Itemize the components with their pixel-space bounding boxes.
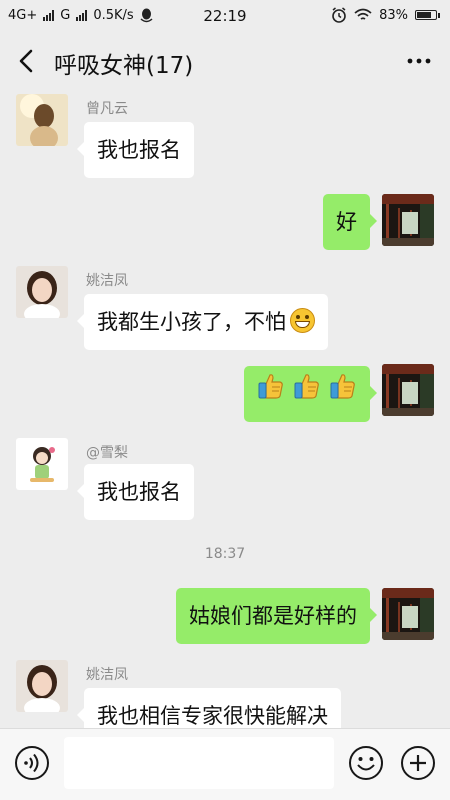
message-list[interactable]: 曾凡云 我也报名 好 姚洁凤 我都生小孩了，不怕 @雪梨 我也报名 18:37 … — [0, 92, 450, 728]
grin-icon — [290, 308, 315, 333]
message-bubble[interactable]: 我也相信专家很快能解决 — [77, 688, 341, 728]
chat-screen: 4G+ G 0.5K/s 22:19 83% 呼吸女神(17) 曾凡云 我也报名… — [0, 0, 450, 800]
avatar-self[interactable] — [382, 194, 434, 246]
message-text: 我也报名 — [97, 138, 181, 162]
message-input[interactable] — [64, 737, 334, 789]
avatar-jiefeng[interactable] — [16, 660, 68, 712]
alarm-icon — [332, 7, 346, 23]
message-text: 我都生小孩了，不怕 — [97, 310, 286, 334]
message-bubble-self[interactable]: 姑娘们都是好样的 — [176, 588, 377, 644]
chat-title: 呼吸女神(17) — [54, 53, 194, 79]
avatar-fanyun[interactable] — [16, 94, 68, 146]
avatar-xueli[interactable] — [16, 438, 68, 490]
more-icon[interactable] — [402, 46, 436, 76]
sender-name: @雪梨 — [86, 445, 128, 461]
emoji-row — [256, 366, 358, 422]
nav-bar: 呼吸女神(17) — [0, 32, 450, 92]
battery-icon — [415, 10, 440, 20]
voice-icon[interactable] — [14, 745, 50, 781]
message-text: 我也相信专家很快能解决 — [97, 704, 328, 728]
message-bubble[interactable]: 我也报名 — [77, 464, 194, 520]
status-right: 83% — [331, 7, 440, 23]
message-bubble[interactable]: 我都生小孩了，不怕 — [77, 294, 328, 350]
message-text: 姑娘们都是好样的 — [189, 604, 357, 628]
message-text: 我也报名 — [97, 480, 181, 504]
plus-icon[interactable] — [400, 745, 436, 781]
avatar-self[interactable] — [382, 364, 434, 416]
back-icon[interactable] — [12, 46, 42, 76]
sender-name: 姚洁凤 — [86, 667, 128, 683]
message-bubble-self[interactable] — [244, 366, 377, 422]
message-text: 好 — [336, 210, 357, 234]
sender-name: 姚洁凤 — [86, 273, 128, 289]
message-bubble[interactable]: 我也报名 — [77, 122, 194, 178]
battery-percent: 83% — [379, 7, 408, 23]
status-bar: 4G+ G 0.5K/s 22:19 83% — [0, 0, 450, 32]
message-bubble-self[interactable]: 好 — [323, 194, 377, 250]
avatar-self[interactable] — [382, 588, 434, 640]
thumbs-up-icon — [292, 366, 322, 422]
emoji-icon[interactable] — [348, 745, 384, 781]
sender-name: 曾凡云 — [86, 101, 128, 117]
input-bar — [0, 728, 450, 800]
thumbs-up-icon — [256, 366, 286, 422]
avatar-jiefeng[interactable] — [16, 266, 68, 318]
time-separator: 18:37 — [204, 546, 246, 562]
wifi-icon — [354, 8, 372, 20]
thumbs-up-icon — [328, 366, 358, 422]
